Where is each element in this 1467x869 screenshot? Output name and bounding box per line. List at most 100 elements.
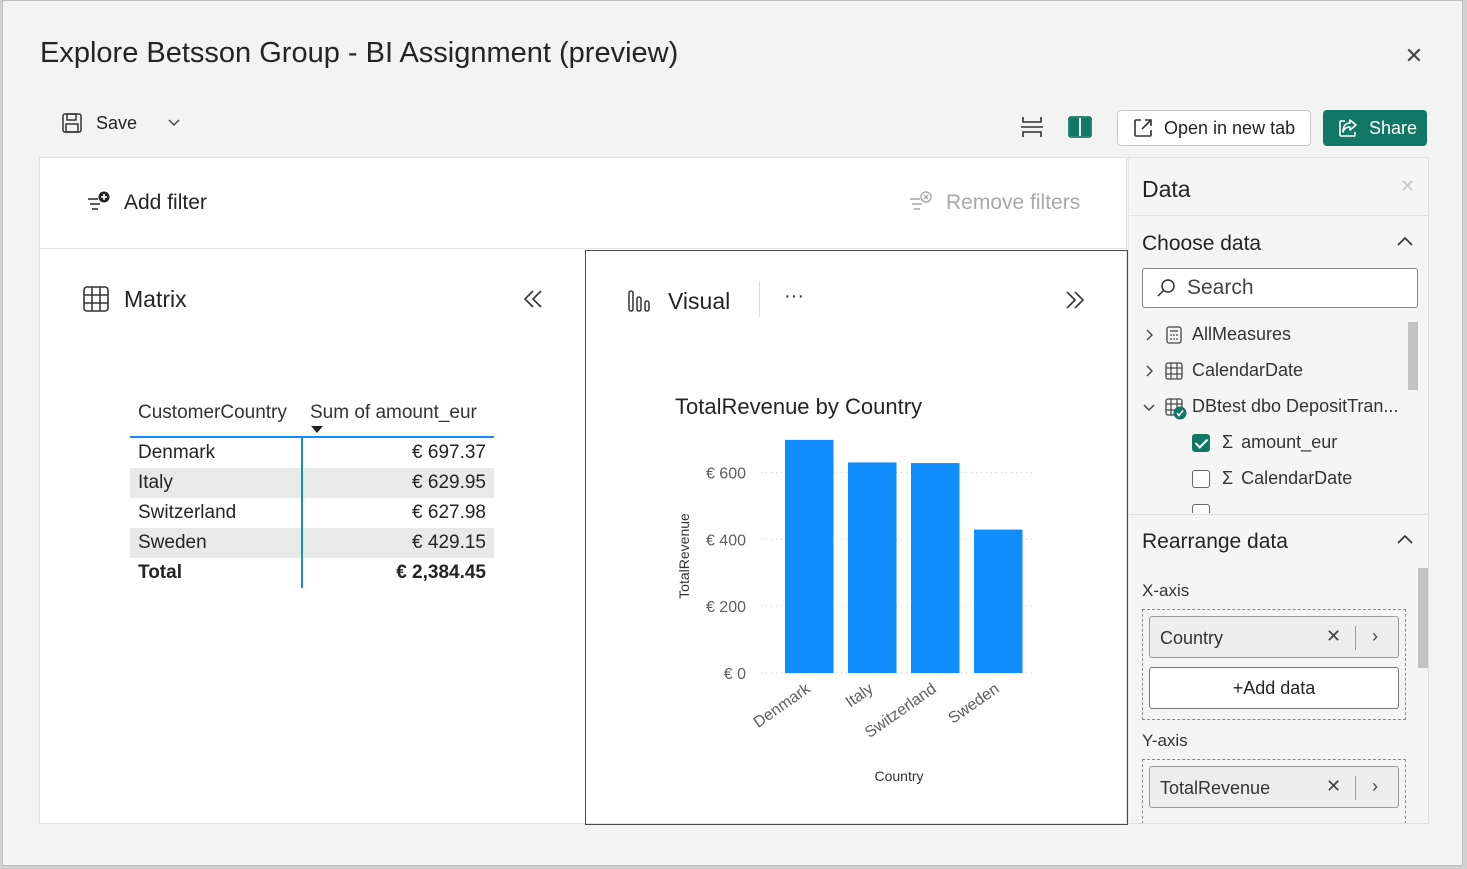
divider: [1129, 514, 1428, 515]
y-axis-ticks: € 0 € 200 € 400 € 600: [706, 465, 746, 683]
x-axis-ticks: Denmark ItalySwitzerland Sweden: [751, 680, 1003, 742]
dialog-title: Explore Betsson Group - BI Assignment (p…: [40, 37, 679, 69]
tree-item-deposit-table[interactable]: DBtest dbo DepositTran...: [1142, 396, 1398, 419]
bar-chart[interactable]: TotalRevenue by Country € 0 € 200 € 400 € 6…: [586, 251, 1127, 824]
x-axis-label: X-axis: [1142, 581, 1190, 600]
save-label: Save: [96, 112, 138, 133]
y-axis-label: Y-axis: [1142, 731, 1188, 750]
y-axis-well: TotalRevenue ✕ ›: [1142, 759, 1406, 823]
sigma-icon: Σ: [1222, 468, 1234, 488]
save-icon: [62, 113, 82, 133]
y-tick-label: € 400: [706, 532, 746, 549]
field-label: TotalRevenue: [1160, 778, 1271, 798]
choose-data-scrollbar[interactable]: [1408, 322, 1418, 390]
x-tick-label: Italy: [843, 680, 877, 711]
table-row[interactable]: Italy € 629.95: [130, 468, 494, 498]
rearrange-data-title: Rearrange data: [1142, 530, 1288, 553]
tree-item-allmeasures[interactable]: AllMeasures: [1142, 324, 1291, 345]
chevron-up-icon[interactable]: [1394, 529, 1416, 551]
field-amount-eur[interactable]: Σ amount_eur: [1192, 432, 1337, 453]
explore-canvas: Add filter Remove filters Matrix Custome…: [39, 157, 1128, 825]
data-pane-title: Data: [1142, 176, 1191, 202]
field-calendardate[interactable]: Σ CalendarDate: [1192, 468, 1352, 489]
bar-denmark[interactable]: [785, 439, 834, 673]
add-filter-button[interactable]: Add filter: [86, 190, 207, 216]
field-label: CalendarDate: [1241, 468, 1353, 488]
data-tree: AllMeasures CalendarDate DBtest dbo Depo…: [1142, 320, 1408, 513]
bar-switzerland[interactable]: [911, 463, 960, 673]
chevron-up-icon[interactable]: [1394, 231, 1416, 253]
matrix-header-row: CustomerCountry Sum of amount_eur: [130, 390, 494, 438]
open-external-icon: [1134, 119, 1152, 137]
row-value: € 629.95: [412, 472, 486, 493]
explore-dialog: Explore Betsson Group - BI Assignment (p…: [2, 0, 1463, 866]
remove-filters-button[interactable]: Remove filters: [908, 190, 1080, 216]
add-filter-icon: [88, 191, 110, 210]
chart-title: TotalRevenue by Country: [675, 394, 922, 419]
x-axis-field-pill[interactable]: Country ✕ ›: [1149, 616, 1399, 658]
close-icon[interactable]: ✕: [1401, 43, 1427, 69]
search-input[interactable]: Search: [1142, 268, 1418, 308]
tree-item-label: AllMeasures: [1192, 324, 1292, 344]
field-label: Country: [1160, 628, 1224, 648]
total-value: € 2,384.45: [396, 562, 486, 583]
layout-side-by-side-icon[interactable]: [1067, 114, 1093, 140]
layout-stacked-icon[interactable]: [1019, 114, 1045, 140]
field-partial[interactable]: [1192, 504, 1210, 513]
save-button[interactable]: Save: [60, 111, 181, 135]
add-filter-label: Add filter: [124, 191, 207, 214]
close-data-pane-icon[interactable]: ✕: [1400, 176, 1415, 197]
share-button[interactable]: Share: [1323, 110, 1427, 146]
matrix-icon: [83, 286, 109, 312]
chevron-right-icon: [1146, 365, 1153, 376]
chevron-right-icon: [1146, 329, 1153, 340]
remove-field-icon[interactable]: ✕: [1326, 776, 1341, 797]
pill-divider: [1355, 776, 1356, 800]
table-row[interactable]: Switzerland € 627.98: [130, 498, 494, 528]
chevron-right-icon[interactable]: ›: [1372, 626, 1378, 647]
visual-pane: Visual ··· TotalRevenue by Country € 0 € …: [585, 250, 1128, 825]
table-row[interactable]: Denmark € 697.37: [130, 438, 494, 468]
y-tick-label: € 600: [706, 465, 746, 482]
divider: [1129, 215, 1428, 216]
y-axis-field-pill[interactable]: TotalRevenue ✕ ›: [1149, 766, 1399, 808]
column-header-amount[interactable]: Sum of amount_eur: [310, 402, 477, 424]
field-label: amount_eur: [1241, 432, 1338, 452]
open-in-new-tab-button[interactable]: Open in new tab: [1117, 110, 1311, 146]
row-value: € 627.98: [412, 502, 486, 523]
total-label: Total: [138, 562, 182, 583]
row-country: Denmark: [138, 442, 216, 463]
chevron-right-icon[interactable]: ›: [1372, 776, 1378, 797]
checkbox-unchecked[interactable]: [1192, 504, 1210, 513]
row-country: Sweden: [138, 532, 207, 553]
tree-item-calendardate[interactable]: CalendarDate: [1142, 360, 1303, 381]
row-value: € 697.37: [412, 442, 486, 463]
pill-divider: [1355, 626, 1356, 650]
column-divider: [301, 438, 303, 588]
table-selected-icon: [1164, 397, 1187, 419]
column-header-country[interactable]: CustomerCountry: [138, 402, 287, 424]
checkbox-checked[interactable]: [1192, 433, 1210, 452]
rearrange-scrollbar[interactable]: [1418, 568, 1428, 668]
bar-italy[interactable]: [848, 462, 897, 673]
chevron-down-icon[interactable]: [167, 113, 181, 134]
matrix-pane: Matrix CustomerCountry Sum of amount_eur…: [40, 250, 585, 824]
matrix-header: Matrix: [82, 285, 187, 313]
share-icon: [1339, 119, 1357, 137]
y-tick-label: € 200: [706, 599, 746, 616]
table-row[interactable]: Sweden € 429.15: [130, 528, 494, 558]
remove-field-icon[interactable]: ✕: [1326, 626, 1341, 647]
filter-bar: Add filter Remove filters: [40, 158, 1126, 249]
sigma-icon: Σ: [1222, 432, 1234, 452]
collapse-left-icon[interactable]: [522, 288, 544, 315]
open-in-new-tab-label: Open in new tab: [1164, 117, 1296, 138]
data-pane: Data ✕ Choose data Search AllMeasures Ca…: [1128, 157, 1429, 824]
add-data-button[interactable]: +Add data: [1149, 667, 1399, 709]
calculator-icon: [1166, 325, 1182, 344]
bar-series[interactable]: [785, 439, 1023, 673]
checkbox-unchecked[interactable]: [1192, 469, 1210, 488]
bar-sweden[interactable]: [974, 529, 1023, 673]
x-tick-label: Switzerland: [862, 680, 939, 741]
choose-data-title: Choose data: [1142, 232, 1262, 255]
search-placeholder: Search: [1187, 276, 1254, 299]
